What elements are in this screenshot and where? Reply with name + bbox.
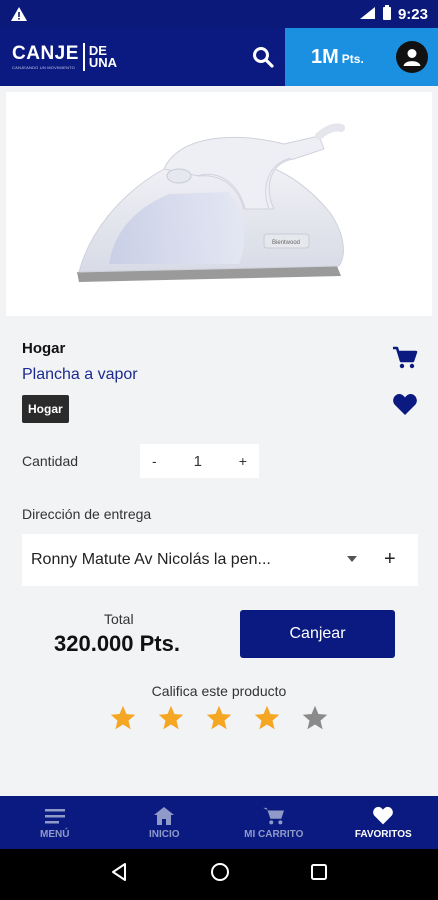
quantity-increment-button[interactable]: + (239, 453, 247, 469)
star-5-icon[interactable] (301, 704, 329, 732)
star-1-icon[interactable] (109, 704, 137, 732)
add-to-cart-button[interactable] (392, 346, 418, 375)
dropdown-caret-icon[interactable] (347, 556, 357, 562)
profile-button[interactable] (396, 41, 428, 73)
delivery-address-select[interactable]: Ronny Matute Av Nicolás la pen... + (22, 534, 418, 586)
product-category-title: Hogar (22, 340, 66, 357)
search-button[interactable] (248, 42, 278, 72)
star-4-icon[interactable] (253, 704, 281, 732)
points-value: 1M (311, 45, 339, 68)
iron-brand-label: Bientwood (272, 240, 300, 246)
quantity-stepper: - 1 + (140, 444, 259, 478)
system-navigation-bar (0, 849, 438, 900)
menu-icon (44, 808, 65, 823)
cart-icon (262, 807, 284, 824)
cart-icon (393, 346, 418, 369)
total-label: Total (104, 611, 134, 627)
battery-icon (382, 4, 392, 24)
nav-home[interactable]: INICIO (110, 796, 220, 849)
user-icon (403, 49, 421, 66)
nav-favorites-label: FAVORITOS (354, 828, 412, 840)
delivery-address-label: Dirección de entrega (22, 506, 152, 522)
star-3-icon[interactable] (205, 704, 233, 732)
rating-stars (109, 704, 329, 732)
quantity-label: Cantidad (22, 453, 79, 469)
status-time: 9:23 (397, 5, 428, 23)
nav-menu[interactable]: MENÚ (0, 796, 110, 849)
total-value: 320.000 Pts. (54, 631, 180, 656)
logo-canje: CANJE (12, 43, 79, 64)
nav-home-label: INICIO (148, 828, 180, 840)
home-circle-icon[interactable] (210, 862, 230, 887)
heart-icon (373, 806, 394, 824)
nav-cart[interactable]: MI CARRITO (219, 796, 329, 849)
logo-una: UNA (88, 55, 118, 70)
recents-icon[interactable] (310, 863, 328, 886)
app-header: CANJE CANJEANDO UN MOVIMIENTO DE UNA 1M P… (0, 28, 438, 86)
app-logo[interactable]: CANJE CANJEANDO UN MOVIMIENTO DE UNA (12, 43, 117, 71)
bottom-navigation: MENÚ INICIO MI CARRITO FAVORITOS (0, 796, 438, 849)
steam-iron-image: Bientwood (77, 123, 345, 282)
points-balance[interactable]: 1M Pts. (285, 28, 438, 86)
nav-favorites[interactable]: FAVORITOS (329, 796, 438, 849)
quantity-decrement-button[interactable]: - (152, 453, 157, 469)
warning-icon (10, 6, 28, 22)
redeem-button[interactable]: Canjear (240, 610, 395, 658)
heart-icon (393, 394, 417, 415)
product-image: Bientwood (6, 92, 432, 316)
nav-cart-label: MI CARRITO (244, 828, 304, 840)
star-2-icon[interactable] (157, 704, 185, 732)
logo-subtitle: CANJEANDO UN MOVIMIENTO (12, 65, 75, 70)
add-address-button[interactable]: + (384, 548, 396, 571)
home-icon (154, 806, 175, 825)
back-icon[interactable] (110, 862, 130, 887)
search-icon (253, 47, 274, 68)
category-tag[interactable]: Hogar (22, 395, 69, 423)
rating-label: Califica este producto (151, 683, 287, 699)
delivery-address-value: Ronny Matute Av Nicolás la pen... (31, 551, 271, 568)
quantity-value[interactable]: 1 (194, 453, 202, 470)
favorite-button[interactable] (392, 393, 418, 422)
signal-icon (358, 6, 376, 23)
nav-menu-label: MENÚ (40, 828, 70, 840)
status-bar: 9:23 (0, 0, 438, 28)
points-unit: Pts. (341, 51, 364, 66)
product-name: Plancha a vapor (22, 366, 138, 383)
logo-divider (82, 43, 85, 71)
